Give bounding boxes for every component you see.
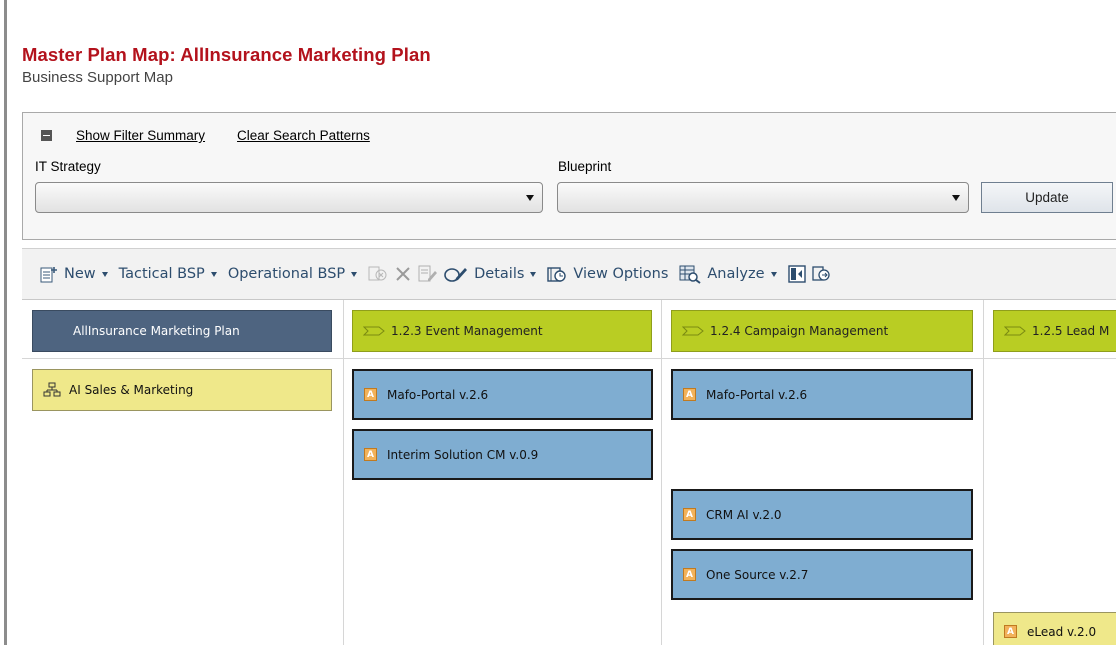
page-title: Master Plan Map: AllInsurance Marketing … <box>22 44 431 65</box>
org-chart-icon <box>43 382 61 397</box>
application-box[interactable]: A Mafo-Portal v.2.6 <box>352 369 653 420</box>
blueprint-label: Blueprint <box>558 159 612 174</box>
application-box[interactable]: A eLead v.2.0 <box>993 612 1116 645</box>
application-box[interactable]: A One Source v.2.7 <box>671 549 973 600</box>
view-options-label: View Options <box>573 266 669 282</box>
application-label: One Source v.2.7 <box>706 567 809 582</box>
analyze-menu[interactable]: Analyze <box>679 265 777 284</box>
analyze-icon <box>679 265 701 284</box>
collapse-minus-icon[interactable] <box>41 130 52 141</box>
new-document-icon <box>40 266 58 283</box>
org-unit-box[interactable]: AI Sales & Marketing <box>32 369 332 411</box>
it-strategy-label: IT Strategy <box>35 159 101 174</box>
details-icon <box>444 265 468 283</box>
export-icon[interactable] <box>811 265 830 283</box>
delete-icon[interactable] <box>394 265 412 283</box>
analyze-label: Analyze <box>707 266 765 282</box>
clear-search-patterns-link[interactable]: Clear Search Patterns <box>237 128 370 143</box>
process-label: 1.2.3 Event Management <box>391 324 543 338</box>
plan-label: AllInsurance Marketing Plan <box>73 324 240 338</box>
column-divider <box>661 300 662 645</box>
application-label: Mafo-Portal v.2.6 <box>387 387 489 402</box>
chevron-down-icon <box>526 195 534 201</box>
plan-box[interactable]: AllInsurance Marketing Plan <box>32 310 332 352</box>
row-divider <box>22 358 1116 359</box>
blueprint-select[interactable] <box>557 182 969 213</box>
update-button[interactable]: Update <box>981 182 1113 213</box>
application-icon: A <box>683 388 696 401</box>
left-border <box>0 0 7 645</box>
org-unit-label: AI Sales & Marketing <box>69 383 194 397</box>
page-subtitle: Business Support Map <box>22 69 173 86</box>
application-box[interactable]: A Interim Solution CM v.0.9 <box>352 429 653 480</box>
edit-icon[interactable] <box>418 265 438 283</box>
application-label: Mafo-Portal v.2.6 <box>706 387 808 402</box>
application-box[interactable]: A CRM AI v.2.0 <box>671 489 973 540</box>
tactical-bsp-menu[interactable]: Tactical BSP <box>119 266 217 282</box>
details-label: Details <box>474 266 525 282</box>
chevron-down-icon <box>952 195 960 201</box>
operational-bsp-menu[interactable]: Operational BSP <box>227 266 358 282</box>
view-options-icon <box>547 266 567 283</box>
remove-link-icon[interactable] <box>368 265 388 283</box>
process-box[interactable]: 1.2.4 Campaign Management <box>671 310 973 352</box>
new-menu[interactable]: New <box>40 266 108 283</box>
operational-bsp-label: Operational BSP <box>227 266 346 282</box>
application-icon: A <box>683 568 696 581</box>
application-box[interactable]: A Mafo-Portal v.2.6 <box>671 369 973 420</box>
process-box[interactable]: 1.2.3 Event Management <box>352 310 652 352</box>
application-icon: A <box>364 388 377 401</box>
application-icon: A <box>683 508 696 521</box>
application-label: CRM AI v.2.0 <box>706 507 782 522</box>
process-chevron-icon <box>1004 326 1026 336</box>
show-filter-summary-link[interactable]: Show Filter Summary <box>76 128 205 143</box>
details-menu[interactable]: Details <box>444 265 537 283</box>
view-options-button[interactable]: View Options <box>547 266 668 283</box>
filter-panel: Show Filter Summary Clear Search Pattern… <box>22 112 1116 240</box>
application-icon: A <box>364 448 377 461</box>
process-chevron-icon <box>682 326 704 336</box>
application-label: eLead v.2.0 <box>1027 625 1097 639</box>
process-label: 1.2.5 Lead M <box>1032 324 1110 338</box>
collapse-column-icon[interactable] <box>787 265 806 283</box>
column-divider <box>983 300 984 645</box>
page-header: Master Plan Map: AllInsurance Marketing … <box>22 44 431 86</box>
it-strategy-select[interactable] <box>35 182 543 213</box>
new-label: New <box>64 266 96 282</box>
toolbar: New Tactical BSP Operational BSP Details… <box>22 248 1116 300</box>
process-label: 1.2.4 Campaign Management <box>710 324 889 338</box>
column-divider <box>343 300 344 645</box>
application-icon: A <box>1004 625 1017 638</box>
process-chevron-icon <box>363 326 385 336</box>
application-label: Interim Solution CM v.0.9 <box>387 447 539 462</box>
process-box[interactable]: 1.2.5 Lead M <box>993 310 1116 352</box>
tactical-bsp-label: Tactical BSP <box>118 266 205 282</box>
